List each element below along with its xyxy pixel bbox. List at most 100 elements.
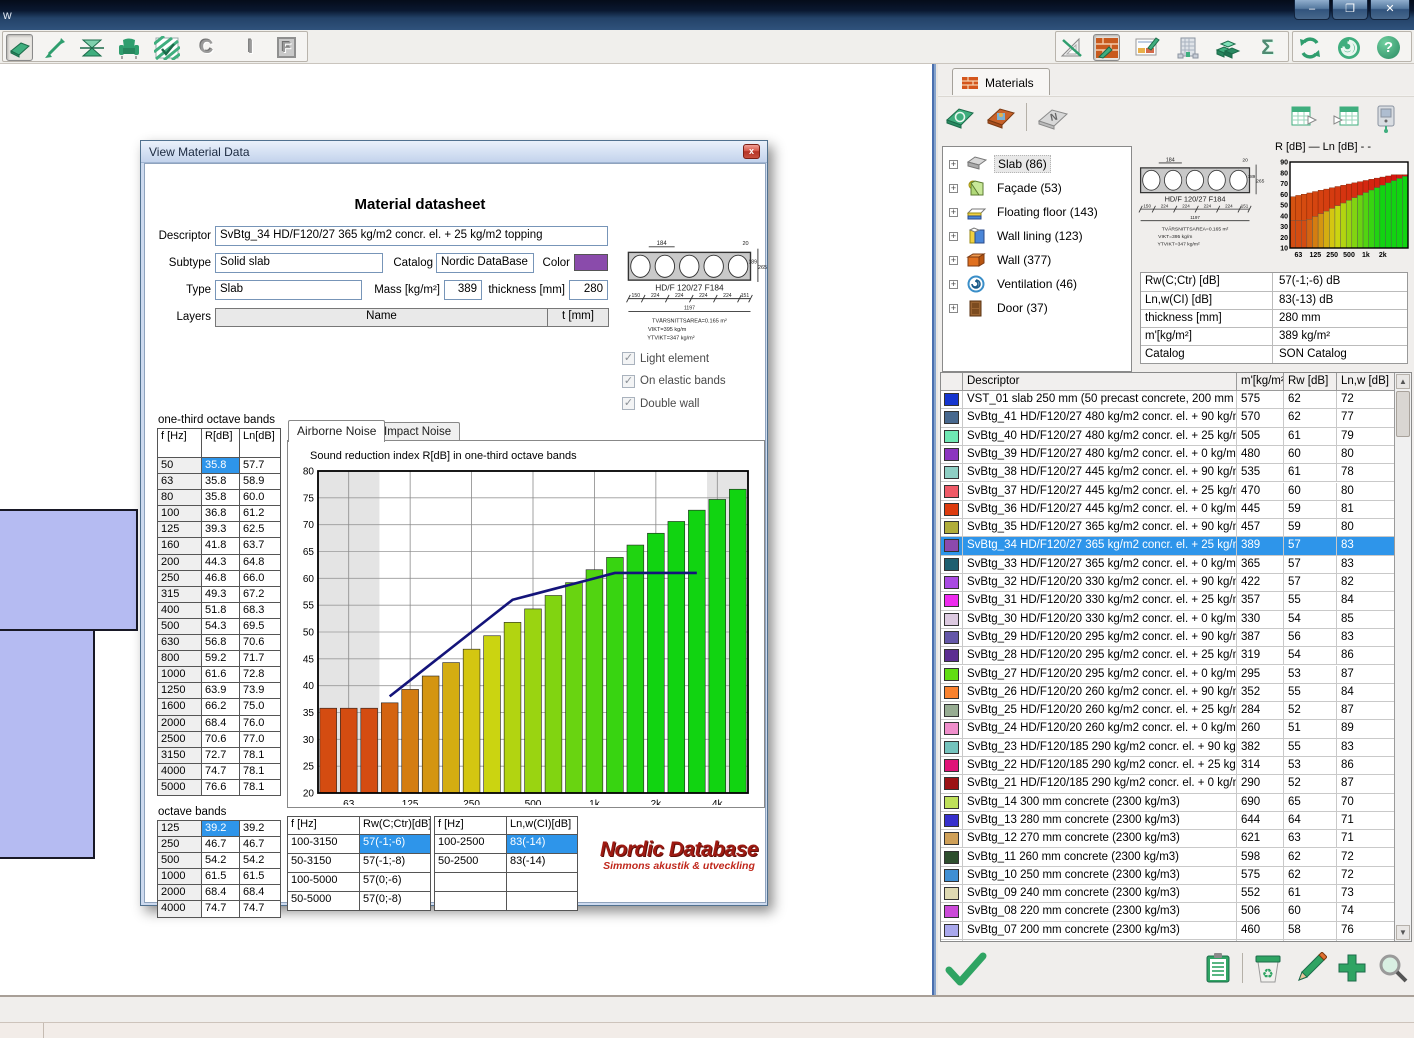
table-row[interactable]: 100-315057(-1;-6) bbox=[288, 835, 430, 854]
table-row[interactable]: SvBtg_37 HD/F120/27 445 kg/m2 concr. el.… bbox=[941, 483, 1395, 501]
table-row[interactable]: SvBtg_41 HD/F120/27 480 kg/m2 concr. el.… bbox=[941, 409, 1395, 427]
table-row[interactable]: 200068.468.4 bbox=[158, 885, 280, 901]
blocks-tool[interactable] bbox=[1214, 34, 1241, 61]
apply-button[interactable] bbox=[944, 950, 988, 993]
decoration-tool[interactable] bbox=[1133, 34, 1160, 61]
mass-field[interactable]: 389 bbox=[444, 280, 482, 300]
catalog-field[interactable]: Nordic DataBase bbox=[436, 253, 534, 273]
plan-room-shape[interactable] bbox=[0, 629, 95, 859]
table-row[interactable]: SvBtg_32 HD/F120/20 330 kg/m2 concr. el.… bbox=[941, 574, 1395, 592]
green-catalog-book-icon[interactable] bbox=[944, 102, 976, 132]
export-table-icon[interactable] bbox=[1290, 104, 1318, 130]
subtype-field[interactable]: Solid slab bbox=[215, 253, 383, 273]
table-row[interactable]: 100061.672.8 bbox=[158, 667, 280, 683]
table-row[interactable]: SvBtg_39 HD/F120/27 480 kg/m2 concr. el.… bbox=[941, 446, 1395, 464]
table-row[interactable]: SvBtg_21 HD/F120/185 290 kg/m2 concr. el… bbox=[941, 775, 1395, 793]
table-row[interactable]: 12539.362.5 bbox=[158, 522, 280, 538]
table-row[interactable]: SvBtg_33 HD/F120/27 365 kg/m2 concr. el.… bbox=[941, 556, 1395, 574]
tree-item-wall[interactable]: +Wall (377) bbox=[943, 248, 1131, 272]
close-button[interactable]: ✕ bbox=[1370, 0, 1410, 20]
table-row[interactable]: 500076.678.1 bbox=[158, 780, 280, 796]
table-row[interactable]: 40051.868.3 bbox=[158, 603, 280, 619]
table-row[interactable] bbox=[435, 892, 577, 911]
material-book-tool[interactable] bbox=[6, 34, 33, 61]
table-row[interactable]: SvBtg_12 270 mm concrete (2300 kg/m3)621… bbox=[941, 830, 1395, 848]
tree-item-slab[interactable]: +Slab (86) bbox=[943, 152, 1131, 176]
expand-icon[interactable]: + bbox=[949, 280, 958, 289]
table-row[interactable]: SvBtg_13 280 mm concrete (2300 kg/m3)644… bbox=[941, 812, 1395, 830]
table-row[interactable]: 200068.476.0 bbox=[158, 716, 280, 732]
letter-f-tool[interactable]: F bbox=[273, 34, 300, 61]
materials-scrollbar[interactable]: ▲ ▼ bbox=[1394, 373, 1411, 941]
table-row[interactable]: SvBtg_10 250 mm concrete (2300 kg/m3)575… bbox=[941, 867, 1395, 885]
materials-header-cell[interactable] bbox=[941, 373, 963, 390]
table-row[interactable]: 6335.858.9 bbox=[158, 474, 280, 490]
table-row[interactable]: SvBtg_29 HD/F120/20 295 kg/m2 concr. el.… bbox=[941, 629, 1395, 647]
table-row[interactable]: 10036.861.2 bbox=[158, 506, 280, 522]
table-row[interactable]: SvBtg_31 HD/F120/20 330 kg/m2 concr. el.… bbox=[941, 592, 1395, 610]
expand-icon[interactable]: + bbox=[949, 184, 958, 193]
table-row[interactable]: SvBtg_07 200 mm concrete (2300 kg/m3)460… bbox=[941, 922, 1395, 940]
expand-icon[interactable]: + bbox=[949, 208, 958, 217]
table-row[interactable]: 100-250083(-14) bbox=[435, 835, 577, 854]
materials-header-cell[interactable]: Descriptor bbox=[963, 373, 1237, 390]
descriptor-field[interactable]: SvBtg_34 HD/F120/27 365 kg/m2 concr. el.… bbox=[215, 226, 608, 246]
table-row[interactable]: 50-500057(0;-8) bbox=[288, 892, 430, 911]
table-row[interactable]: SvBtg_06 180 mm concrete (2300 kg/m3)414… bbox=[941, 940, 1395, 942]
scroll-thumb[interactable] bbox=[1396, 391, 1410, 437]
table-row[interactable]: 80059.271.7 bbox=[158, 651, 280, 667]
add-icon[interactable] bbox=[1337, 953, 1367, 983]
table-row[interactable]: 25046.746.7 bbox=[158, 837, 280, 853]
table-row[interactable]: 250070.677.0 bbox=[158, 732, 280, 748]
scroll-up-button[interactable]: ▲ bbox=[1396, 374, 1410, 389]
checkbox[interactable]: ✓ bbox=[622, 375, 635, 388]
table-row[interactable]: SvBtg_27 HD/F120/20 295 kg/m2 concr. el.… bbox=[941, 666, 1395, 684]
refresh-tool[interactable] bbox=[1296, 34, 1323, 61]
sum-tool[interactable]: Σ bbox=[1254, 34, 1281, 61]
minimize-button[interactable]: – bbox=[1294, 0, 1330, 20]
table-row[interactable]: SvBtg_40 HD/F120/27 480 kg/m2 concr. el.… bbox=[941, 428, 1395, 446]
table-row[interactable] bbox=[435, 873, 577, 892]
table-row[interactable]: 63056.870.6 bbox=[158, 635, 280, 651]
expand-icon[interactable]: + bbox=[949, 304, 958, 313]
expand-icon[interactable]: + bbox=[949, 232, 958, 241]
expand-icon[interactable]: + bbox=[949, 160, 958, 169]
pencil-icon[interactable] bbox=[1293, 952, 1327, 984]
dialog-close-button[interactable]: x bbox=[743, 144, 760, 159]
materials-tool[interactable] bbox=[1093, 34, 1120, 61]
resize-arrows-tool[interactable] bbox=[41, 34, 68, 61]
table-row[interactable]: 25046.866.0 bbox=[158, 571, 280, 587]
help-tool[interactable]: ? bbox=[1375, 34, 1402, 61]
table-row[interactable]: SvBtg_23 HD/F120/185 290 kg/m2 concr. el… bbox=[941, 739, 1395, 757]
table-row[interactable]: 50-315057(-1;-8) bbox=[288, 854, 430, 873]
table-row[interactable]: SvBtg_35 HD/F120/27 365 kg/m2 concr. el.… bbox=[941, 519, 1395, 537]
table-row[interactable]: SvBtg_24 HD/F120/20 260 kg/m2 concr. el.… bbox=[941, 720, 1395, 738]
table-row[interactable]: VST_01 slab 250 mm (50 precast concrete,… bbox=[941, 391, 1395, 409]
table-row[interactable]: 50054.369.5 bbox=[158, 619, 280, 635]
materials-header-cell[interactable]: Ln,w [dB] bbox=[1337, 373, 1395, 390]
letter-c-tool[interactable]: C bbox=[193, 34, 220, 61]
table-row[interactable]: SvBtg_30 HD/F120/20 330 kg/m2 concr. el.… bbox=[941, 611, 1395, 629]
table-row[interactable]: SvBtg_11 260 mm concrete (2300 kg/m3)598… bbox=[941, 849, 1395, 867]
furniture-tool[interactable] bbox=[115, 34, 142, 61]
restore-button[interactable]: ❐ bbox=[1332, 0, 1368, 20]
table-row[interactable]: SvBtg_22 HD/F120/185 290 kg/m2 concr. el… bbox=[941, 757, 1395, 775]
search-icon[interactable] bbox=[1377, 952, 1409, 984]
table-row[interactable]: 31549.367.2 bbox=[158, 587, 280, 603]
table-row[interactable]: SvBtg_38 HD/F120/27 445 kg/m2 concr. el.… bbox=[941, 464, 1395, 482]
table-row[interactable]: 50-250083(-14) bbox=[435, 854, 577, 873]
tab-impact-noise[interactable]: Impact Noise bbox=[375, 422, 460, 442]
tree-item-facade[interactable]: +Façade (53) bbox=[943, 176, 1131, 200]
import-table-icon[interactable] bbox=[1332, 104, 1360, 130]
table-row[interactable]: 160066.275.0 bbox=[158, 699, 280, 715]
thickness-field[interactable]: 280 bbox=[569, 280, 608, 300]
hatch-check-tool[interactable] bbox=[153, 34, 180, 61]
table-row[interactable]: 5035.857.7 bbox=[158, 458, 280, 474]
tree-item-door[interactable]: +Door (37) bbox=[943, 296, 1131, 320]
table-row[interactable]: 50054.254.2 bbox=[158, 853, 280, 869]
scroll-down-button[interactable]: ▼ bbox=[1396, 925, 1410, 940]
table-row[interactable]: SvBtg_26 HD/F120/20 260 kg/m2 concr. el.… bbox=[941, 684, 1395, 702]
spiral-tool[interactable] bbox=[1335, 34, 1362, 61]
recycle-bin-icon[interactable]: ♻ bbox=[1253, 952, 1283, 984]
tree-item-ventilation[interactable]: +Ventilation (46) bbox=[943, 272, 1131, 296]
